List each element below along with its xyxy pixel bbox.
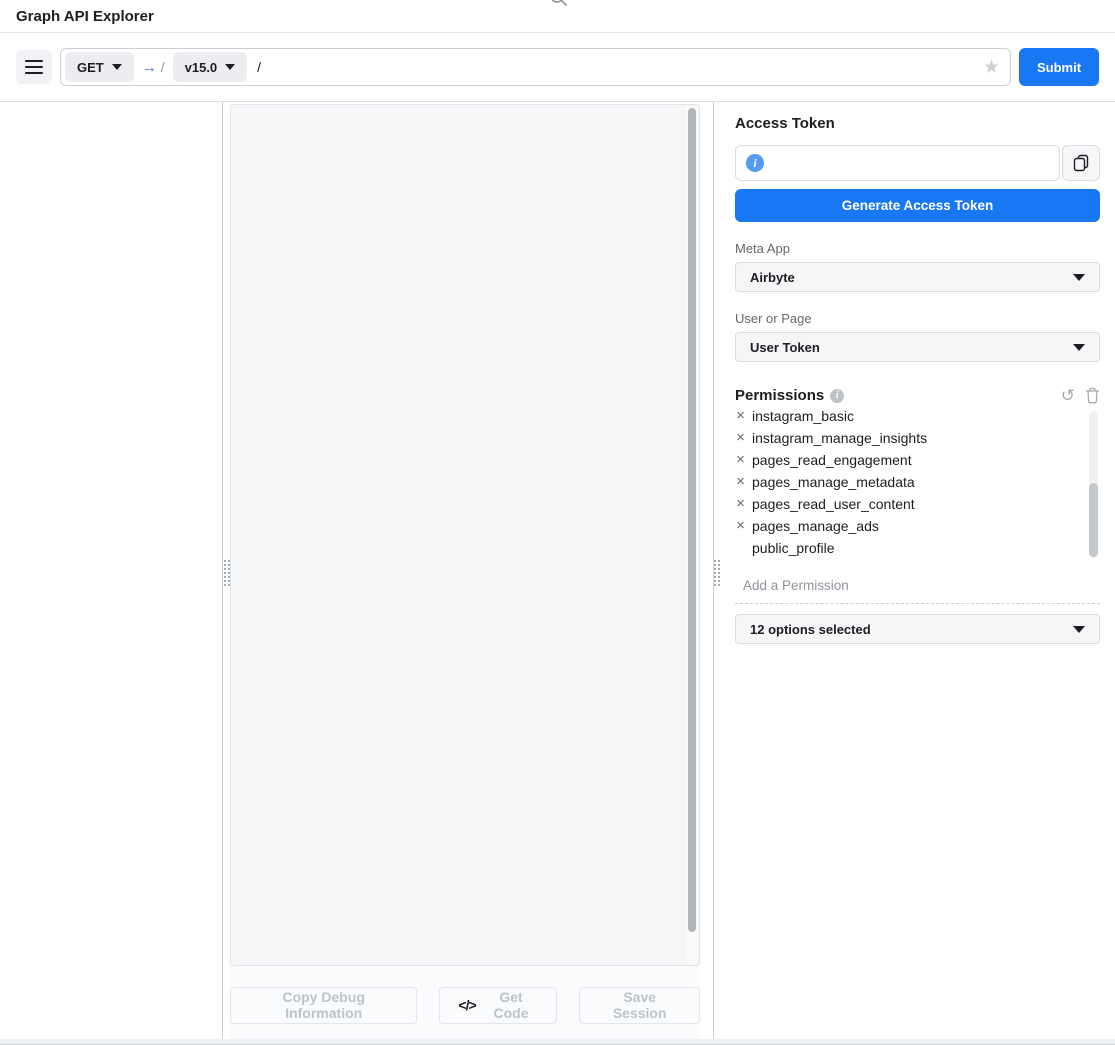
- info-icon[interactable]: i: [830, 389, 844, 403]
- submit-button[interactable]: Submit: [1019, 48, 1099, 86]
- save-session-button[interactable]: Save Session: [579, 987, 700, 1024]
- permission-label: pages_read_user_content: [752, 493, 915, 515]
- favorite-star-icon[interactable]: ★: [983, 58, 1000, 77]
- code-icon: </>: [458, 997, 475, 1013]
- api-version-label: v15.0: [185, 60, 218, 75]
- permission-label: public_profile: [752, 537, 835, 559]
- request-bar: GET → / v15.0 / ★: [60, 48, 1011, 86]
- token-row: i: [735, 145, 1100, 181]
- save-session-label: Save Session: [598, 989, 681, 1021]
- chevron-down-icon: [1073, 626, 1085, 633]
- permissions-list-container: × instagram_basic × instagram_manage_ins…: [735, 409, 1100, 560]
- permission-item: × instagram_basic: [735, 409, 1086, 427]
- editor-scrollbar-track[interactable]: [686, 106, 698, 964]
- access-token-heading: Access Token: [735, 115, 1100, 132]
- copy-debug-information-button[interactable]: Copy Debug Information: [230, 987, 417, 1024]
- permissions-list: × instagram_basic × instagram_manage_ins…: [735, 409, 1086, 559]
- query-editor-panel: [230, 104, 700, 966]
- copy-token-button[interactable]: [1062, 145, 1100, 181]
- left-sidebar: [0, 102, 223, 1044]
- meta-app-selected: Airbyte: [750, 270, 795, 285]
- left-pane-resize-handle[interactable]: [223, 559, 231, 587]
- remove-permission-icon[interactable]: ×: [735, 409, 746, 427]
- permission-label: instagram_manage_insights: [752, 427, 927, 449]
- permission-label: pages_read_engagement: [752, 449, 912, 471]
- permissions-options-dropdown[interactable]: 12 options selected: [735, 614, 1100, 644]
- page-title: Graph API Explorer: [16, 8, 154, 25]
- remove-permission-icon[interactable]: ×: [735, 493, 746, 515]
- add-permission-input[interactable]: [735, 574, 1100, 604]
- permissions-scrollbar-track[interactable]: [1089, 411, 1098, 558]
- app-header: Graph API Explorer: [0, 0, 1115, 33]
- meta-app-dropdown[interactable]: Airbyte: [735, 262, 1100, 292]
- remove-permission-icon[interactable]: ×: [735, 471, 746, 493]
- meta-app-label: Meta App: [735, 241, 1100, 256]
- chevron-down-icon: [1073, 274, 1085, 281]
- copy-icon: [1072, 154, 1090, 172]
- permission-item: × pages_manage_metadata: [735, 471, 1086, 493]
- permission-label: pages_manage_metadata: [752, 471, 915, 493]
- editor-scrollbar-thumb[interactable]: [688, 108, 696, 932]
- request-toolbar: GET → / v15.0 / ★ Submit: [0, 33, 1115, 102]
- user-or-page-dropdown[interactable]: User Token: [735, 332, 1100, 362]
- user-or-page-label: User or Page: [735, 311, 1100, 326]
- api-version-dropdown[interactable]: v15.0: [173, 52, 248, 82]
- remove-permission-icon[interactable]: ×: [735, 515, 746, 537]
- trash-icon[interactable]: [1085, 387, 1100, 404]
- search-icon[interactable]: [549, 0, 567, 11]
- permissions-tools: ↺: [1061, 387, 1100, 404]
- right-pane-resize-handle[interactable]: [713, 559, 721, 587]
- access-token-input[interactable]: i: [735, 145, 1060, 181]
- remove-permission-icon[interactable]: ×: [735, 427, 746, 449]
- permissions-scrollbar-thumb[interactable]: [1089, 483, 1098, 557]
- options-selected-label: 12 options selected: [750, 622, 871, 637]
- request-path-input[interactable]: /: [257, 59, 983, 75]
- access-token-panel: Access Token i Generate Access Token Met…: [713, 102, 1115, 1044]
- chevron-down-icon: [225, 64, 235, 70]
- get-code-label: Get Code: [484, 989, 539, 1021]
- http-method-label: GET: [77, 60, 104, 75]
- generate-access-token-button[interactable]: Generate Access Token: [735, 189, 1100, 222]
- http-method-dropdown[interactable]: GET: [65, 52, 134, 82]
- undo-icon[interactable]: ↺: [1061, 387, 1075, 404]
- permission-item: × pages_read_user_content: [735, 493, 1086, 515]
- slash-separator: /: [161, 59, 165, 75]
- permission-label: pages_manage_ads: [752, 515, 879, 537]
- permission-item: × pages_read_engagement: [735, 449, 1086, 471]
- permissions-header: Permissions i ↺: [735, 387, 1100, 404]
- permission-item: × pages_manage_ads: [735, 515, 1086, 537]
- copy-debug-label: Copy Debug Information: [249, 989, 398, 1021]
- permission-label: instagram_basic: [752, 409, 854, 427]
- page-bottom-strip: [0, 1039, 1115, 1044]
- arrow-right-icon: →: [142, 59, 157, 76]
- chevron-down-icon: [112, 64, 122, 70]
- permission-item: × instagram_manage_insights: [735, 427, 1086, 449]
- menu-button[interactable]: [16, 50, 52, 84]
- session-footer: Copy Debug Information </> Get Code Save…: [230, 966, 700, 1044]
- remove-permission-icon[interactable]: ×: [735, 449, 746, 471]
- get-code-button[interactable]: </> Get Code: [439, 987, 557, 1024]
- permissions-heading: Permissions: [735, 387, 824, 404]
- hamburger-icon: [25, 60, 43, 62]
- chevron-down-icon: [1073, 344, 1085, 351]
- main-content: Copy Debug Information </> Get Code Save…: [0, 102, 1115, 1044]
- permission-item: public_profile: [735, 537, 1086, 559]
- user-or-page-selected: User Token: [750, 340, 820, 355]
- arrow-separator: → /: [142, 59, 165, 76]
- query-column: Copy Debug Information </> Get Code Save…: [223, 102, 713, 1044]
- graph-api-explorer-app: Graph API Explorer GET → / v15.0 / ★ S: [0, 0, 1115, 1045]
- info-icon[interactable]: i: [746, 154, 764, 172]
